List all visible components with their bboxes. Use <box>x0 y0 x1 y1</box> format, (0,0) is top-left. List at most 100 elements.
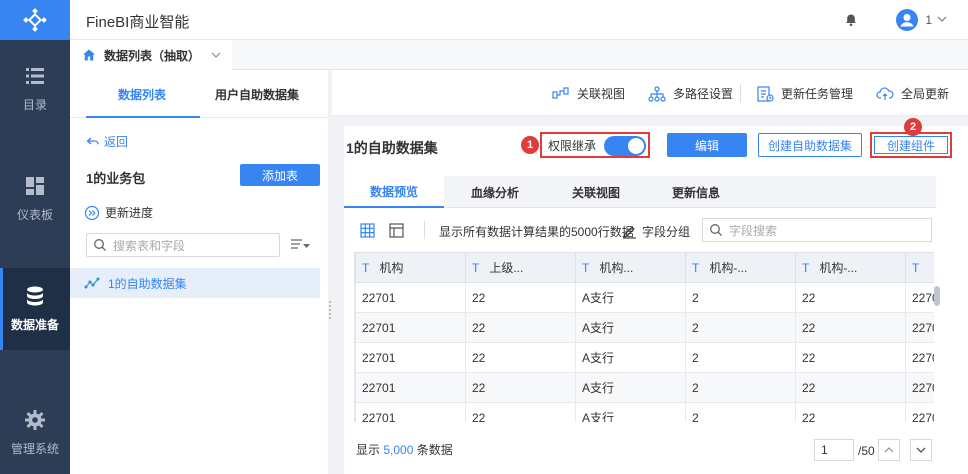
nav-catalog[interactable]: 目录 <box>0 48 70 130</box>
relation-view-label: 关联视图 <box>577 87 626 101</box>
tab-lineage[interactable]: 血缘分析 <box>444 176 546 208</box>
filter-list-icon[interactable] <box>290 237 312 253</box>
field-search-placeholder: 字段搜索 <box>729 223 778 238</box>
global-update-label: 全局更新 <box>901 87 950 101</box>
avatar[interactable] <box>896 9 918 31</box>
task-management-label: 更新任务管理 <box>781 87 854 101</box>
multi-path-label: 多路径设置 <box>673 87 734 101</box>
column-header[interactable]: T 上级... <box>465 252 576 283</box>
tree-item-label: 1的自助数据集 <box>108 276 187 291</box>
left-panel: 数据列表 用户自助数据集 返回 1的业务包 添加表 更新进度 搜索表和字段 1的… <box>70 70 328 474</box>
grid-view-icon[interactable] <box>360 223 375 238</box>
text-type-icon: T <box>582 261 590 275</box>
fast-forward-icon <box>84 205 100 220</box>
package-title: 1的业务包 <box>86 171 146 186</box>
column-header[interactable]: T 机构-... <box>795 252 906 283</box>
table-row: 2270122A支行2222270 <box>355 372 934 403</box>
column-header[interactable]: T <box>905 252 934 283</box>
field-group-label: 字段分组 <box>642 225 691 239</box>
preview-row-info: 显示所有数据计算结果的5000行数据 <box>439 225 634 239</box>
task-management-button[interactable]: 更新任务管理 <box>756 85 853 102</box>
relation-view-button[interactable]: 关联视图 <box>552 85 625 102</box>
chevron-down-icon <box>916 447 926 453</box>
column-header[interactable]: T 机构 <box>355 252 466 283</box>
step-badge-1: 1 <box>521 136 539 154</box>
back-link-label: 返回 <box>104 135 129 149</box>
tab-data-preview[interactable]: 数据预览 <box>344 176 444 208</box>
tab-self-service-dataset[interactable]: 用户自助数据集 <box>215 86 299 103</box>
dataset-tabs: 数据预览 血缘分析 关联视图 更新信息 <box>344 176 936 208</box>
vertical-scrollbar[interactable] <box>934 286 940 306</box>
create-component-button[interactable]: 创建组件 <box>870 132 952 158</box>
field-group-button[interactable]: 字段分组 <box>622 223 690 240</box>
doc-tab-data-list[interactable]: 数据列表（抽取） <box>70 40 232 70</box>
text-type-icon: T <box>912 260 920 275</box>
field-search-input[interactable]: 字段搜索 <box>702 218 932 242</box>
page-number-input[interactable]: 1 <box>814 439 854 461</box>
nav-data-prep[interactable]: 数据准备 <box>0 268 70 350</box>
home-icon <box>83 49 95 61</box>
back-arrow-icon <box>86 137 99 144</box>
table-toolbar: 显示所有数据计算结果的5000行数据 字段分组 字段搜索 <box>344 214 936 246</box>
nav-admin[interactable]: 管理系统 <box>0 392 70 474</box>
row-count: 5,000 <box>383 443 414 457</box>
multi-path-button[interactable]: 多路径设置 <box>648 85 733 102</box>
edit-group-icon <box>623 225 636 239</box>
back-link[interactable]: 返回 <box>86 133 128 150</box>
right-toolbar: 关联视图 多路径设置 更新任务管理 全局更新 <box>332 70 968 116</box>
create-self-dataset-button[interactable]: 创建自助数据集 <box>758 133 862 157</box>
tree-item-self-dataset[interactable]: 1的自助数据集 <box>70 268 320 298</box>
nav-catalog-label: 目录 <box>22 98 47 112</box>
chevron-down-icon[interactable] <box>210 49 222 61</box>
text-type-icon: T <box>802 261 810 275</box>
data-preview-table: T 机构 T 上级... T 机构... T 机构-... T 机构-... T 2270… <box>354 252 934 422</box>
global-update-button[interactable]: 全局更新 <box>876 85 949 102</box>
text-type-icon: T <box>362 261 370 275</box>
page-total: /50 <box>858 444 875 458</box>
table-row: 2270122A支行2222270 <box>355 282 934 313</box>
table-row: 2270122A支行2222270 <box>355 342 934 373</box>
drag-handle-icon[interactable] <box>328 300 332 320</box>
line-chart-icon <box>84 277 100 289</box>
doc-tab-bar: 数据列表（抽取） <box>70 40 968 70</box>
table-row: 2270122A支行2222270 <box>355 312 934 343</box>
text-type-icon: T <box>692 261 700 275</box>
table-field-search-input[interactable]: 搜索表和字段 <box>86 233 280 257</box>
dataset-content: 1的自助数据集 1 权限继承 编辑 创建自助数据集 2 创建组件 数据预览 血缘… <box>344 118 968 474</box>
permission-inherit-label: 权限继承 <box>548 138 597 153</box>
chevron-up-icon <box>884 447 894 453</box>
page-next-button[interactable] <box>910 439 932 461</box>
column-header[interactable]: T 机构... <box>575 252 686 283</box>
hierarchy-icon <box>648 85 666 102</box>
gear-icon <box>25 410 45 430</box>
dashboard-icon <box>26 177 44 195</box>
panel-splitter[interactable] <box>328 70 332 474</box>
nav-data-prep-label: 数据准备 <box>10 318 59 332</box>
tab-data-list[interactable]: 数据列表 <box>118 86 166 103</box>
page-prev-button[interactable] <box>878 439 900 461</box>
search-placeholder: 搜索表和字段 <box>113 238 186 253</box>
layout-view-icon[interactable] <box>389 223 404 238</box>
dataset-title: 1的自助数据集 <box>346 140 438 156</box>
update-progress-link[interactable]: 更新进度 <box>84 204 153 221</box>
table-row: 2270122A支行2222270 <box>355 402 934 422</box>
row-count-info: 显示 5,000 条数据 <box>356 443 453 457</box>
tab-update-info[interactable]: 更新信息 <box>646 176 746 208</box>
permission-inherit-toggle[interactable] <box>604 136 646 156</box>
nav-admin-label: 管理系统 <box>10 442 59 456</box>
bell-icon[interactable] <box>844 13 858 27</box>
search-icon <box>710 224 722 236</box>
task-list-icon <box>757 85 774 102</box>
tab-relation-view[interactable]: 关联视图 <box>546 176 646 208</box>
edit-button[interactable]: 编辑 <box>667 133 747 157</box>
user-name[interactable]: 1 <box>925 13 932 27</box>
toolbar-divider <box>740 84 741 102</box>
chevron-down-icon[interactable] <box>936 13 948 25</box>
nav-dashboard[interactable]: 仪表板 <box>0 158 70 240</box>
cloud-refresh-icon <box>876 86 894 100</box>
column-header[interactable]: T 机构-... <box>685 252 796 283</box>
logo[interactable] <box>0 0 70 40</box>
database-icon <box>27 286 43 306</box>
nav-dashboard-label: 仪表板 <box>16 208 53 222</box>
add-table-button[interactable]: 添加表 <box>240 164 320 186</box>
